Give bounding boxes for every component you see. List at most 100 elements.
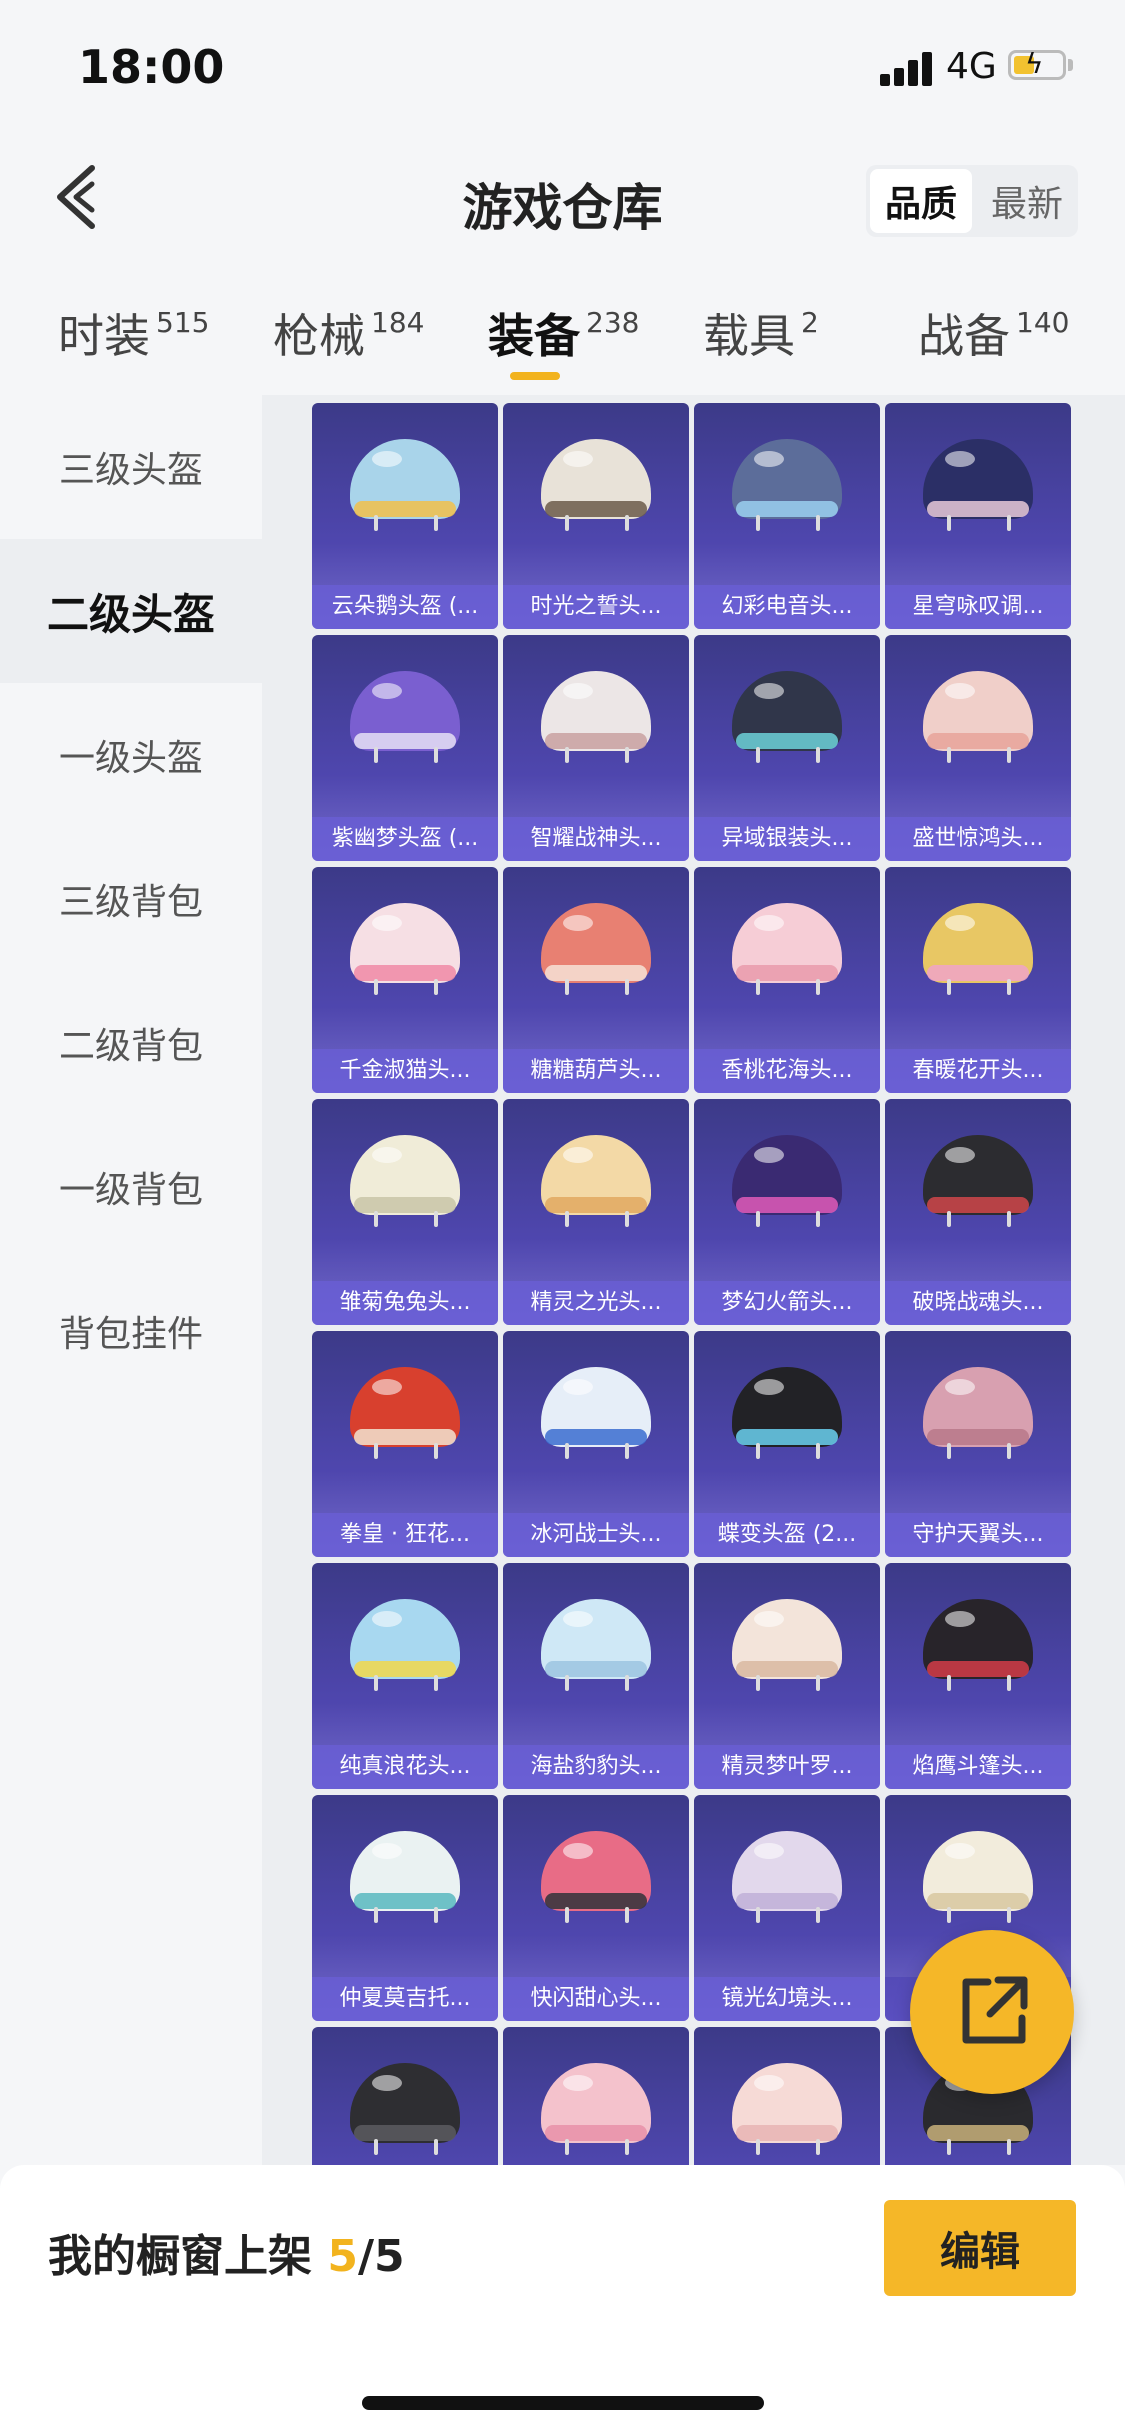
item-card[interactable]: 春暖花开头... [885,867,1071,1093]
helmet-image [732,671,842,763]
helmet-image [541,2063,651,2155]
item-name: 异域银装头... [694,817,880,861]
item-card[interactable]: 糖糖葫芦头... [503,867,689,1093]
tab-weapons[interactable]: 枪械 184 [273,300,424,366]
item-card[interactable]: 破晓战魂头... [885,1099,1071,1325]
item-card[interactable]: 精灵之光头... [503,1099,689,1325]
helmet-image [923,903,1033,995]
item-card[interactable]: 异域银装头... [694,635,880,861]
helmet-image [732,903,842,995]
shelf-label: 我的橱窗上架 [48,2231,312,2282]
category-tabs: 时装 515 枪械 184 装备 238 载具 2 战备 140 [0,280,1125,390]
sidebar-item-backpack-charm[interactable]: 背包挂件 [0,1259,262,1403]
item-name: 拳皇 · 狂花... [312,1513,498,1557]
network-type: 4G [946,46,997,87]
item-name: 纯真浪花头... [312,1745,498,1789]
helmet-image [923,671,1033,763]
tab-equipment[interactable]: 装备 238 [488,300,639,366]
battery-cap [1068,59,1073,71]
item-card[interactable]: 焰鹰斗篷头... [885,1563,1071,1789]
sidebar-item-level3-backpack[interactable]: 三级背包 [0,827,262,971]
edit-button[interactable]: 编辑 [884,2200,1076,2296]
item-name: 破晓战魂头... [885,1281,1071,1325]
item-card[interactable]: 智耀战神头... [503,635,689,861]
sort-toggle: 品质 最新 [866,165,1078,237]
item-card[interactable]: 梦幻火箭头... [694,1099,880,1325]
item-card[interactable]: 仲夏莫吉托... [312,1795,498,2021]
helmet-image [732,1831,842,1923]
item-grid: 云朵鹅头盔 (... 时光之誓头... 幻彩电音头... 星穹咏叹调... 紫幽梦头盔 … [262,395,1125,2165]
helmet-image [350,2063,460,2155]
item-name: 守护天翼头... [885,1513,1071,1557]
item-card[interactable]: 守护天翼头... [885,1331,1071,1557]
item-card[interactable]: 冰河战士头... [503,1331,689,1557]
helmet-image [923,1367,1033,1459]
helmet-image [732,1135,842,1227]
helmet-image [350,903,460,995]
item-card[interactable] [503,2027,689,2165]
helmet-image [923,439,1033,531]
item-card[interactable]: 星穹咏叹调... [885,403,1071,629]
item-name: 时光之誓头... [503,585,689,629]
tab-vehicles[interactable]: 载具 2 [703,300,819,366]
item-card[interactable]: 海盐豹豹头... [503,1563,689,1789]
item-name: 焰鹰斗篷头... [885,1745,1071,1789]
item-card[interactable]: 幻彩电音头... [694,403,880,629]
item-name: 紫幽梦头盔 (... [312,817,498,861]
item-name: 智耀战神头... [503,817,689,861]
item-card[interactable]: 拳皇 · 狂花... [312,1331,498,1557]
sidebar-item-level3-helmet[interactable]: 三级头盔 [0,395,262,539]
item-card[interactable]: 精灵梦叶罗... [694,1563,880,1789]
helmet-image [732,2063,842,2155]
shelf-status: 我的橱窗上架 5/5 [48,2220,405,2284]
status-bar: 18:00 4G ϟ [0,0,1125,140]
helmet-image [923,1135,1033,1227]
sidebar-item-level2-backpack[interactable]: 二级背包 [0,971,262,1115]
item-name: 镜光幻境头... [694,1977,880,2021]
item-card[interactable] [312,2027,498,2165]
helmet-image [541,671,651,763]
helmet-image [923,1831,1033,1923]
item-card[interactable]: 香桃花海头... [694,867,880,1093]
helmet-image [350,1135,460,1227]
sidebar-item-level1-backpack[interactable]: 一级背包 [0,1115,262,1259]
helmet-image [541,1367,651,1459]
status-time: 18:00 [78,40,225,94]
item-card[interactable]: 千金淑猫头... [312,867,498,1093]
sidebar-item-level2-helmet[interactable]: 二级头盔 [0,539,262,683]
item-card[interactable]: 紫幽梦头盔 (... [312,635,498,861]
helmet-image [350,1831,460,1923]
item-name: 梦幻火箭头... [694,1281,880,1325]
share-button[interactable] [910,1930,1074,2094]
tab-indicator [510,372,560,380]
shelf-total: /5 [357,2231,405,2282]
item-name: 冰河战士头... [503,1513,689,1557]
item-card[interactable]: 盛世惊鸿头... [885,635,1071,861]
shelf-count: 5 [327,2231,358,2282]
helmet-image [732,439,842,531]
helmet-image [350,671,460,763]
sidebar-item-level1-helmet[interactable]: 一级头盔 [0,683,262,827]
sort-newest-button[interactable]: 最新 [976,165,1078,237]
item-name: 云朵鹅头盔 (... [312,585,498,629]
item-card[interactable]: 镜光幻境头... [694,1795,880,2021]
helmet-image [350,1599,460,1691]
helmet-image [541,903,651,995]
item-card[interactable]: 雏菊兔兔头... [312,1099,498,1325]
item-name: 蝶变头盔 (2... [694,1513,880,1557]
item-card[interactable]: 蝶变头盔 (2... [694,1331,880,1557]
item-card[interactable] [694,2027,880,2165]
helmet-image [541,1831,651,1923]
item-card[interactable]: 快闪甜心头... [503,1795,689,2021]
tab-supplies[interactable]: 战备 140 [918,300,1069,366]
helmet-image [541,439,651,531]
tab-fashion[interactable]: 时装 515 [58,300,209,366]
item-name: 海盐豹豹头... [503,1745,689,1789]
item-name: 仲夏莫吉托... [312,1977,498,2021]
sort-quality-button[interactable]: 品质 [870,169,972,233]
item-card[interactable]: 时光之誓头... [503,403,689,629]
item-card[interactable]: 纯真浪花头... [312,1563,498,1789]
sidebar: 三级头盔 二级头盔 一级头盔 三级背包 二级背包 一级背包 背包挂件 [0,395,262,2165]
item-card[interactable]: 云朵鹅头盔 (... [312,403,498,629]
helmet-image [350,1367,460,1459]
